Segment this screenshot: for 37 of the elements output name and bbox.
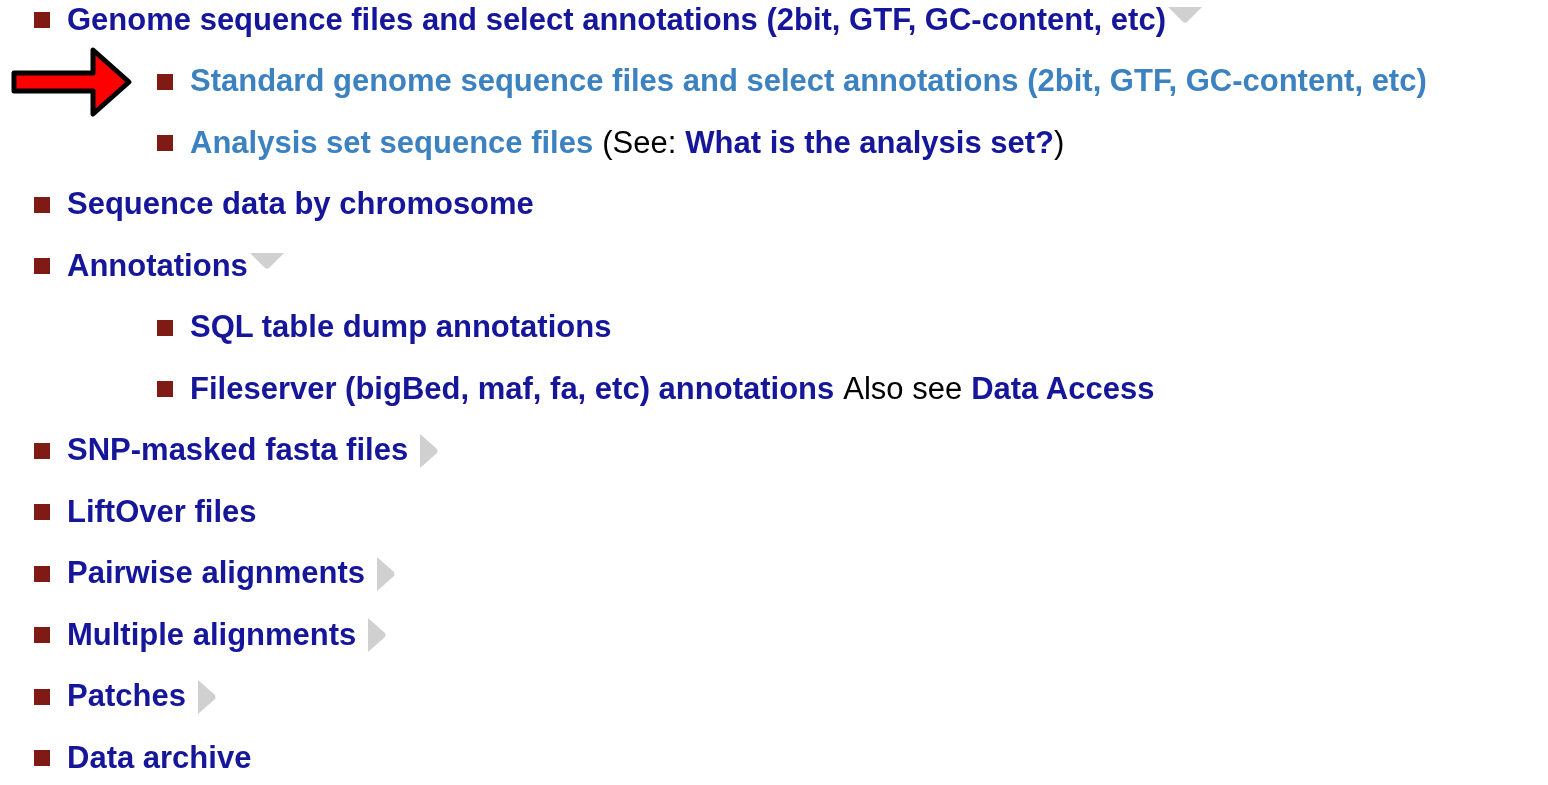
caret-right-icon[interactable]	[368, 618, 387, 652]
link[interactable]: Sequence data by chromosome	[67, 181, 534, 228]
link[interactable]: LiftOver files	[67, 488, 257, 536]
link[interactable]: Data archive	[67, 734, 252, 782]
text: Also see	[843, 369, 963, 408]
caret-right-icon[interactable]	[197, 679, 216, 714]
link[interactable]: SQL table dump annotations	[190, 304, 612, 351]
caret-right-icon[interactable]	[420, 433, 439, 468]
bullet-icon	[34, 442, 50, 459]
bullet-icon	[157, 381, 173, 397]
link[interactable]: Standard genome sequence files and select annotations (2bit, GTF, GC-content, etc)	[190, 58, 1427, 105]
link[interactable]: What is the analysis set?	[685, 119, 1054, 167]
bullet-icon	[34, 750, 50, 766]
link[interactable]: SNP-masked fasta files	[67, 427, 409, 474]
text: )	[1054, 123, 1065, 162]
bullet-icon	[34, 196, 50, 213]
bullet-icon	[34, 627, 50, 643]
text: (See:	[602, 123, 677, 162]
bullet-icon	[34, 504, 50, 520]
link[interactable]: Pairwise alignments	[67, 550, 366, 597]
link[interactable]: Analysis set sequence files	[190, 119, 594, 167]
link[interactable]: Data Access	[971, 365, 1155, 413]
caret-down-icon[interactable]	[249, 253, 284, 269]
caret-right-icon[interactable]	[377, 556, 396, 591]
bullet-icon	[34, 688, 50, 705]
bullet-icon	[157, 319, 173, 336]
bullet-icon	[34, 12, 50, 28]
bullet-icon	[34, 258, 50, 274]
link[interactable]: Genome sequence files and select annotations (2bit, GTF, GC-content, etc)	[67, 0, 1166, 44]
bullet-icon	[157, 135, 173, 151]
link[interactable]: Multiple alignments	[67, 611, 357, 659]
bullet-icon	[34, 565, 50, 582]
link[interactable]: Fileserver (bigBed, maf, fa, etc) annotations	[190, 365, 835, 413]
link[interactable]: Annotations	[67, 242, 248, 290]
caret-down-icon[interactable]	[1168, 7, 1202, 23]
bullet-icon	[157, 73, 173, 90]
link[interactable]: Patches	[67, 673, 186, 720]
